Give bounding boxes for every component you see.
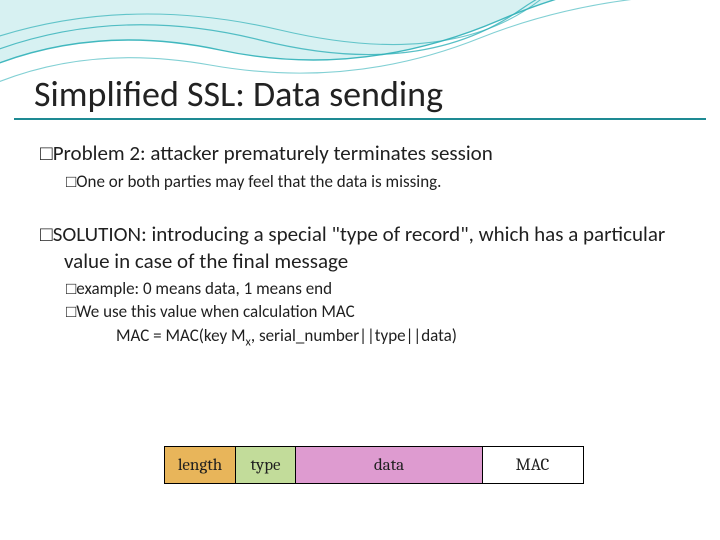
mac-formula: MAC = MAC(key Mx, serial_number||type||d… — [116, 325, 680, 350]
mac-intro-text: We use this value when calculation MAC — [76, 301, 354, 322]
example-text: example: 0 means data, 1 means end — [76, 278, 332, 299]
mac-intro-line: □We use this value when calculation MAC — [66, 301, 680, 322]
record-cell-type: type — [235, 446, 297, 484]
record-structure: length type data MAC — [164, 446, 584, 484]
title-underline — [14, 118, 706, 120]
bullet-icon: □ — [66, 302, 76, 321]
problem-sub-line: □One or both parties may feel that the d… — [66, 171, 680, 192]
record-cell-mac: MAC — [482, 446, 584, 484]
bullet-icon: □ — [40, 142, 53, 165]
record-cell-data: data — [295, 446, 483, 484]
slide-title: Simplified SSL: Data sending — [34, 72, 443, 116]
mac-formula-suffix: , serial_number||type||data) — [251, 325, 457, 346]
mac-formula-prefix: MAC = MAC(key M — [116, 325, 246, 346]
problem-sub-text: One or both parties may feel that the da… — [76, 171, 441, 192]
bullet-icon: □ — [40, 223, 53, 246]
problem-text: Problem 2: attacker prematurely terminat… — [53, 140, 493, 166]
slide-body: □Problem 2: attacker prematurely termina… — [40, 140, 680, 349]
bullet-icon: □ — [66, 279, 76, 298]
solution-text: SOLUTION: introducing a special "type of… — [53, 221, 666, 274]
record-cell-length: length — [164, 446, 236, 484]
problem-line: □Problem 2: attacker prematurely termina… — [40, 140, 680, 167]
solution-line: □SOLUTION: introducing a special "type o… — [40, 221, 680, 275]
bullet-icon: □ — [66, 172, 76, 191]
example-line: □example: 0 means data, 1 means end — [66, 278, 680, 299]
